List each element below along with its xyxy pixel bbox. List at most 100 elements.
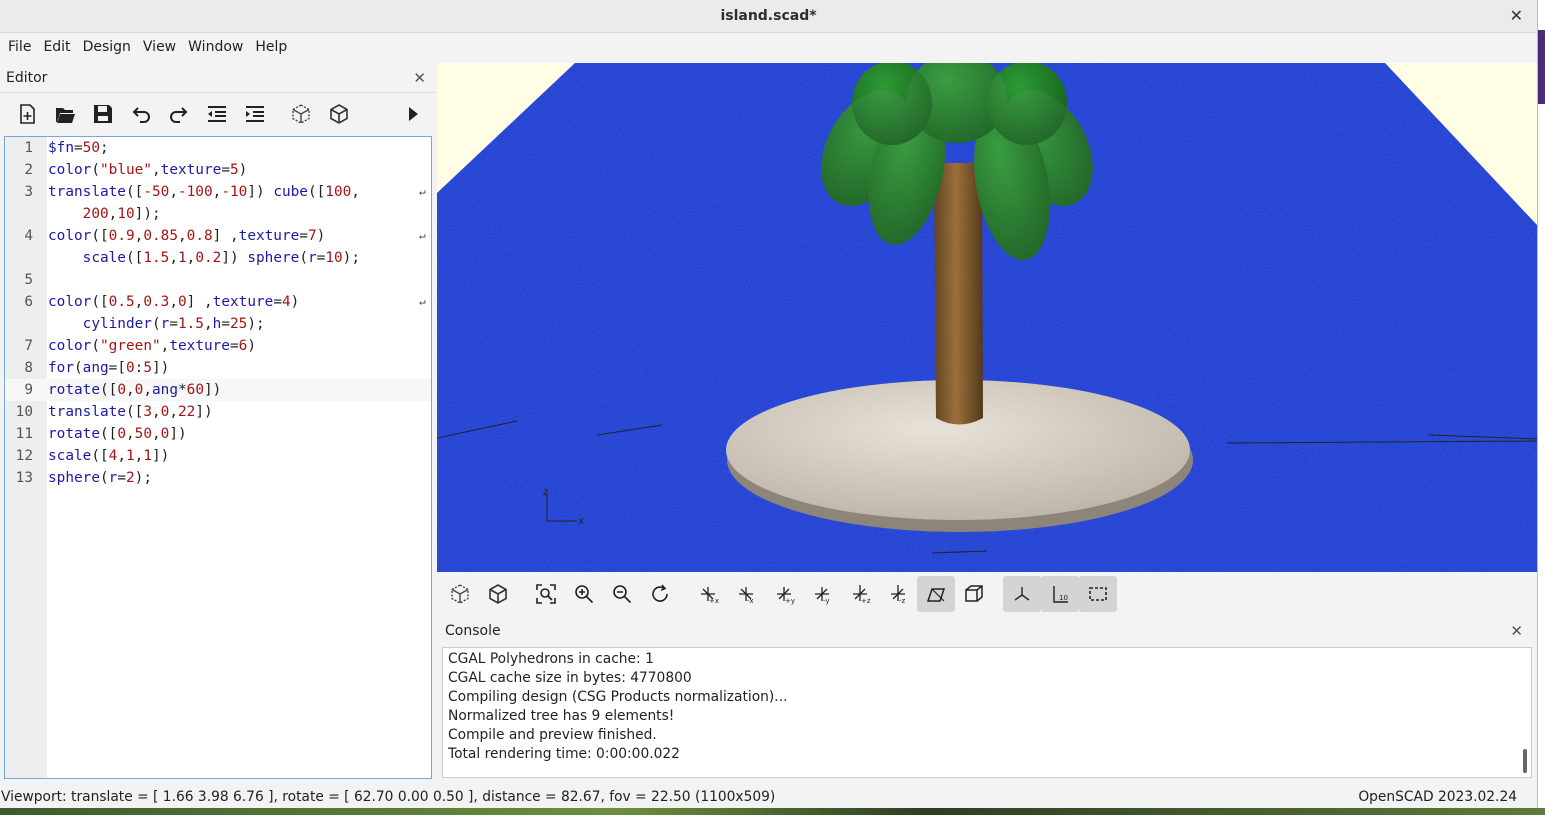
code-line[interactable]: 12 scale([4,1,1]) xyxy=(5,445,431,467)
code-text: scale([4,1,1]) xyxy=(48,448,170,464)
back-view-icon[interactable]: +y xyxy=(765,576,803,612)
svg-text:-y: -y xyxy=(823,597,830,605)
svg-text:10: 10 xyxy=(1059,594,1068,602)
desktop-edge xyxy=(1538,0,1545,808)
code-text: cylinder(r=1.5,h=25); xyxy=(82,316,265,332)
code-text: color("blue",texture=5) xyxy=(48,162,248,178)
svg-text:+x: +x xyxy=(709,597,719,605)
console-output[interactable]: CGAL Polyhedrons in cache: 1 CGAL cache … xyxy=(442,647,1532,778)
code-line[interactable]: 8 for(ang=[0:5]) xyxy=(5,357,431,379)
bottom-view-icon[interactable]: -z xyxy=(879,576,917,612)
zoom-out-icon[interactable] xyxy=(603,576,641,612)
line-number: 3 xyxy=(24,184,33,200)
redo-icon[interactable] xyxy=(160,96,198,132)
console-scrollbar[interactable] xyxy=(1523,749,1527,773)
code-text: rotate([0,50,0]) xyxy=(48,426,187,442)
title-bar: island.scad* ✕ xyxy=(0,0,1537,33)
menu-edit[interactable]: Edit xyxy=(37,33,76,62)
code-editor[interactable]: 1 $fn=50; 2 color("blue",texture=5) 3 transla… xyxy=(4,136,432,779)
top-view-icon[interactable]: +z xyxy=(841,576,879,612)
wrap-indicator-icon: ↵ xyxy=(419,185,426,198)
console-line: CGAL Polyhedrons in cache: 1 xyxy=(448,651,654,667)
menu-file[interactable]: File xyxy=(2,33,37,62)
line-number: 2 xyxy=(24,162,33,178)
menu-design[interactable]: Design xyxy=(77,33,137,62)
code-line[interactable]: 6 color([0.5,0.3,0] ,texture=4) ↵ xyxy=(5,291,431,313)
window-title: island.scad* xyxy=(720,8,817,24)
code-line[interactable]: 10 translate([3,0,22]) xyxy=(5,401,431,423)
svg-text:+y: +y xyxy=(785,597,795,605)
editor-toolbar xyxy=(0,93,436,135)
new-file-icon[interactable] xyxy=(8,96,46,132)
preview-icon[interactable] xyxy=(282,96,320,132)
line-number: 4 xyxy=(24,228,33,244)
view-all-icon[interactable] xyxy=(527,576,565,612)
send-to-printer-arrow-icon[interactable] xyxy=(394,96,432,132)
console-header: Console ✕ xyxy=(437,618,1537,644)
editor-header: Editor ✕ xyxy=(0,64,436,93)
save-icon[interactable] xyxy=(84,96,122,132)
code-line[interactable]: 9 rotate([0,0,ang*60]) xyxy=(5,379,431,401)
wrap-indicator-icon: ↵ xyxy=(419,229,426,242)
right-view-icon[interactable]: +x xyxy=(689,576,727,612)
code-line[interactable]: 3 translate([-50,-100,-10]) cube([100, ↵ xyxy=(5,181,431,203)
show-axes-icon[interactable] xyxy=(1003,576,1041,612)
code-line[interactable]: 13 sphere(r=2); xyxy=(5,467,431,489)
line-number: 6 xyxy=(24,294,33,310)
line-number: 9 xyxy=(24,382,33,398)
code-line[interactable]: 4 color([0.9,0.85,0.8] ,texture=7) ↵ xyxy=(5,225,431,247)
code-line[interactable]: 2 color("blue",texture=5) xyxy=(5,159,431,181)
reset-view-icon[interactable] xyxy=(641,576,679,612)
undo-icon[interactable] xyxy=(122,96,160,132)
code-text: translate([3,0,22]) xyxy=(48,404,213,420)
console-line: Compile and preview finished. xyxy=(448,727,657,743)
3d-viewport[interactable]: x z xyxy=(437,63,1537,572)
close-icon[interactable]: ✕ xyxy=(1510,0,1523,32)
line-number: 10 xyxy=(15,404,33,420)
scene-render: x z xyxy=(437,63,1537,572)
menu-view[interactable]: View xyxy=(137,33,182,62)
console-line: CGAL cache size in bytes: 4770800 xyxy=(448,670,692,686)
front-view-icon[interactable]: -y xyxy=(803,576,841,612)
wrap-indicator-icon: ↵ xyxy=(419,295,426,308)
console-line: Total rendering time: 0:00:00.022 xyxy=(448,746,680,762)
code-text: translate([-50,-100,-10]) cube([100, xyxy=(48,184,360,200)
console-line: Compiling design (CSG Products normaliza… xyxy=(448,689,788,705)
code-line[interactable]: 200,10]); xyxy=(5,203,431,225)
perspective-icon[interactable] xyxy=(917,576,955,612)
code-text: scale([1.5,1,0.2]) sphere(r=10); xyxy=(82,250,360,266)
svg-text:-x: -x xyxy=(747,597,754,605)
version-label: OpenSCAD 2023.02.24 xyxy=(1358,789,1517,805)
editor-title: Editor xyxy=(6,70,48,86)
code-text: color("green",texture=6) xyxy=(48,338,256,354)
render-icon[interactable] xyxy=(320,96,358,132)
open-file-icon[interactable] xyxy=(46,96,84,132)
console-title: Console xyxy=(445,623,501,639)
code-line[interactable]: cylinder(r=1.5,h=25); xyxy=(5,313,431,335)
indent-icon[interactable] xyxy=(236,96,274,132)
code-line[interactable]: 11 rotate([0,50,0]) xyxy=(5,423,431,445)
menu-help[interactable]: Help xyxy=(249,33,293,62)
show-scale-markers-icon[interactable]: 10 xyxy=(1041,576,1079,612)
zoom-in-icon[interactable] xyxy=(565,576,603,612)
svg-text:-z: -z xyxy=(899,597,906,605)
show-edges-icon[interactable] xyxy=(1079,576,1117,612)
preview-icon[interactable] xyxy=(441,576,479,612)
orthogonal-icon[interactable] xyxy=(955,576,993,612)
close-icon[interactable]: ✕ xyxy=(413,69,426,87)
left-view-icon[interactable]: -x xyxy=(727,576,765,612)
line-number: 12 xyxy=(15,448,33,464)
viewport-info: Viewport: translate = [ 1.66 3.98 6.76 ]… xyxy=(1,789,776,805)
code-line[interactable]: 1 $fn=50; xyxy=(5,137,431,159)
render-icon[interactable] xyxy=(479,576,517,612)
unindent-icon[interactable] xyxy=(198,96,236,132)
line-number: 5 xyxy=(24,272,33,288)
menu-window[interactable]: Window xyxy=(182,33,249,62)
code-line[interactable]: 5 xyxy=(5,269,431,291)
code-line[interactable]: scale([1.5,1,0.2]) sphere(r=10); xyxy=(5,247,431,269)
code-line[interactable]: 7 color("green",texture=6) xyxy=(5,335,431,357)
view-toolbar: +x -x +y -y +z -z 10 xyxy=(437,574,1537,614)
editor-panel: Editor ✕ 1 $fn=50; 2 color("blue",textur… xyxy=(0,64,436,782)
desktop-background xyxy=(0,808,1545,815)
close-icon[interactable]: ✕ xyxy=(1510,622,1523,640)
